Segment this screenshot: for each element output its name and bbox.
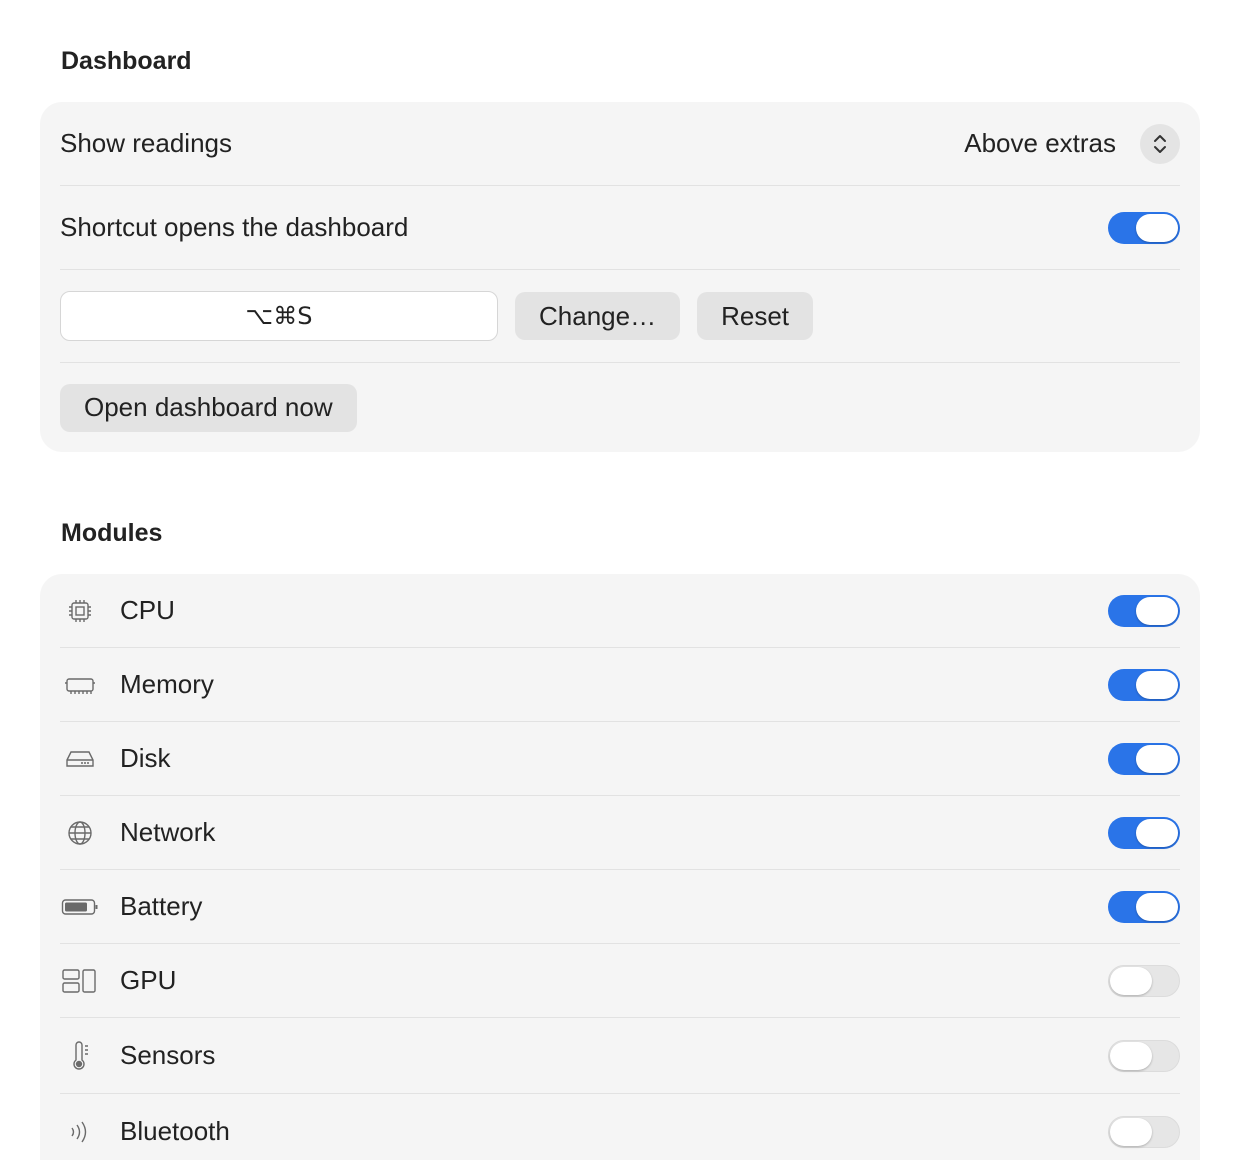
module-label: CPU [120, 595, 175, 625]
toggle-knob [1136, 596, 1178, 625]
module-label: Disk [120, 743, 171, 773]
settings-page: Dashboard Show readings Above extras Sho… [0, 0, 1240, 1160]
battery-icon [60, 887, 100, 927]
disk-icon [60, 739, 100, 779]
module-label: Sensors [120, 1040, 216, 1070]
shortcut-keys-row: ⌥⌘S Change… Reset [60, 270, 1180, 362]
change-shortcut-button[interactable]: Change… [515, 292, 681, 340]
module-row-gpu: GPU [60, 944, 1180, 1017]
module-label: GPU [120, 965, 177, 995]
module-label: Memory [120, 669, 214, 699]
dashboard-card: Show readings Above extras Shortcut open… [40, 102, 1200, 452]
show-readings-label: Show readings [60, 128, 232, 158]
module-row-network: Network [60, 796, 1180, 869]
chevron-up-down-icon[interactable] [1140, 123, 1180, 164]
bluetooth-toggle[interactable] [1108, 1115, 1180, 1148]
module-row-sensors: Sensors [60, 1018, 1180, 1093]
memory-icon [60, 665, 100, 705]
module-label: Network [120, 817, 216, 847]
shortcut-toggle-row: Shortcut opens the dashboard [60, 186, 1180, 269]
show-readings-row: Show readings Above extras [60, 102, 1180, 185]
sensors-toggle[interactable] [1108, 1039, 1180, 1072]
battery-toggle[interactable] [1108, 890, 1180, 923]
toggle-knob [1110, 1041, 1152, 1070]
disk-toggle[interactable] [1108, 742, 1180, 775]
module-row-cpu: CPU [60, 574, 1180, 647]
cpu-icon [60, 591, 100, 631]
toggle-knob [1110, 966, 1152, 995]
toggle-knob [1136, 670, 1178, 699]
toggle-knob [1136, 213, 1178, 242]
module-row-disk: Disk [60, 722, 1180, 795]
memory-toggle[interactable] [1108, 668, 1180, 701]
gpu-toggle[interactable] [1108, 964, 1180, 997]
shortcut-field[interactable]: ⌥⌘S [60, 291, 498, 341]
gpu-icon [60, 961, 100, 1001]
toggle-knob [1136, 892, 1178, 921]
thermometer-icon [60, 1036, 100, 1076]
reset-shortcut-button[interactable]: Reset [697, 292, 813, 340]
bluetooth-waves-icon [60, 1112, 100, 1152]
open-now-row: Open dashboard now [60, 363, 1180, 452]
modules-section-title: Modules [61, 519, 163, 547]
shortcut-label: Shortcut opens the dashboard [60, 212, 409, 242]
module-row-battery: Battery [60, 870, 1180, 943]
toggle-knob [1136, 744, 1178, 773]
toggle-knob [1136, 818, 1178, 847]
show-readings-select[interactable]: Above extras [964, 123, 1180, 164]
cpu-toggle[interactable] [1108, 594, 1180, 627]
toggle-knob [1110, 1117, 1152, 1146]
shortcut-toggle[interactable] [1108, 211, 1180, 244]
show-readings-value: Above extras [964, 128, 1116, 158]
module-label: Battery [120, 891, 203, 921]
network-globe-icon [60, 813, 100, 853]
open-dashboard-now-button[interactable]: Open dashboard now [60, 383, 357, 432]
module-row-bluetooth: Bluetooth [60, 1094, 1180, 1160]
module-label: Bluetooth [120, 1116, 230, 1146]
network-toggle[interactable] [1108, 816, 1180, 849]
modules-card: CPU Memory Disk Network Battery GPU Sens… [40, 574, 1200, 1160]
module-row-memory: Memory [60, 648, 1180, 721]
dashboard-section-title: Dashboard [61, 47, 192, 75]
